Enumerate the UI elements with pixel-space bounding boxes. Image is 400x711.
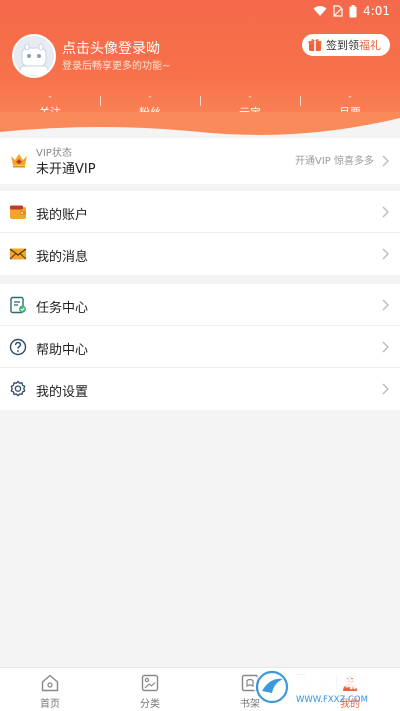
stat-value: -	[248, 92, 252, 102]
wallet-icon	[10, 205, 26, 219]
nav-label: 首页	[40, 699, 60, 710]
chevron-right-icon	[382, 383, 389, 395]
stat-divider	[100, 96, 101, 106]
chevron-right-icon	[382, 248, 389, 260]
stat-value: -	[348, 92, 352, 102]
status-bar: 4:01	[0, 0, 400, 22]
envelope-icon	[9, 248, 27, 260]
robot-avatar-icon	[14, 36, 54, 76]
status-time: 4:01	[363, 4, 390, 18]
home-icon	[41, 674, 59, 692]
signin-label: 签到领福礼	[326, 39, 381, 52]
chevron-right-icon	[382, 206, 389, 218]
login-prompt[interactable]: 点击头像登录呦	[62, 38, 160, 58]
stat-divider	[200, 96, 201, 106]
vip-status-caption: VIP状态	[36, 148, 72, 159]
watermark-logo: 飞翔下载 WWW.FXXZ.COM	[252, 665, 392, 709]
menu-item-label: 我的设置	[36, 385, 89, 400]
vip-status-value: 未开通VIP	[36, 162, 96, 177]
menu-group-account: 我的账户 我的消息	[0, 191, 400, 275]
svg-text:WWW.FXXZ.COM: WWW.FXXZ.COM	[296, 695, 368, 705]
gift-icon	[308, 39, 322, 51]
watermark-bird-icon: 飞翔下载 WWW.FXXZ.COM	[254, 669, 368, 705]
category-icon	[141, 674, 159, 692]
menu-item-label: 任务中心	[36, 301, 89, 316]
chevron-right-icon	[382, 299, 389, 311]
vip-open-hint: 开通VIP 惊喜多多	[295, 156, 374, 167]
nav-label: 分类	[140, 699, 160, 710]
chevron-right-icon	[382, 341, 389, 353]
task-icon	[10, 296, 26, 314]
menu-item-my-settings[interactable]: 我的设置	[0, 368, 400, 410]
no-sim-icon	[333, 5, 343, 17]
stat-value: -	[148, 92, 152, 102]
menu-item-my-account[interactable]: 我的账户	[0, 191, 400, 233]
menu-item-task-center[interactable]: 任务中心	[0, 284, 400, 326]
menu-item-my-messages[interactable]: 我的消息	[0, 233, 400, 275]
wifi-icon	[313, 6, 327, 16]
menu-item-label: 帮助中心	[36, 343, 89, 358]
help-icon	[9, 338, 27, 356]
login-subtitle: 登录后畅享更多的功能~	[62, 61, 171, 72]
battery-icon	[349, 4, 357, 17]
menu-item-help-center[interactable]: 帮助中心	[0, 326, 400, 368]
menu-group-services: 任务中心 帮助中心 我的设置	[0, 284, 400, 410]
nav-home[interactable]: 首页	[0, 668, 100, 711]
chevron-right-icon	[382, 155, 389, 167]
signin-gift-button[interactable]: 签到领福礼	[302, 34, 390, 56]
menu-item-label: 我的消息	[36, 250, 89, 265]
svg-text:飞翔下载: 飞翔下载	[294, 671, 362, 692]
vip-status-row[interactable]: VIP状态 未开通VIP 开通VIP 惊喜多多	[0, 138, 400, 184]
gear-icon	[10, 380, 26, 397]
nav-category[interactable]: 分类	[100, 668, 200, 711]
menu-item-label: 我的账户	[36, 208, 89, 223]
stat-divider	[300, 96, 301, 106]
stat-value: -	[48, 92, 52, 102]
avatar[interactable]	[12, 34, 56, 78]
crown-icon	[11, 154, 27, 168]
